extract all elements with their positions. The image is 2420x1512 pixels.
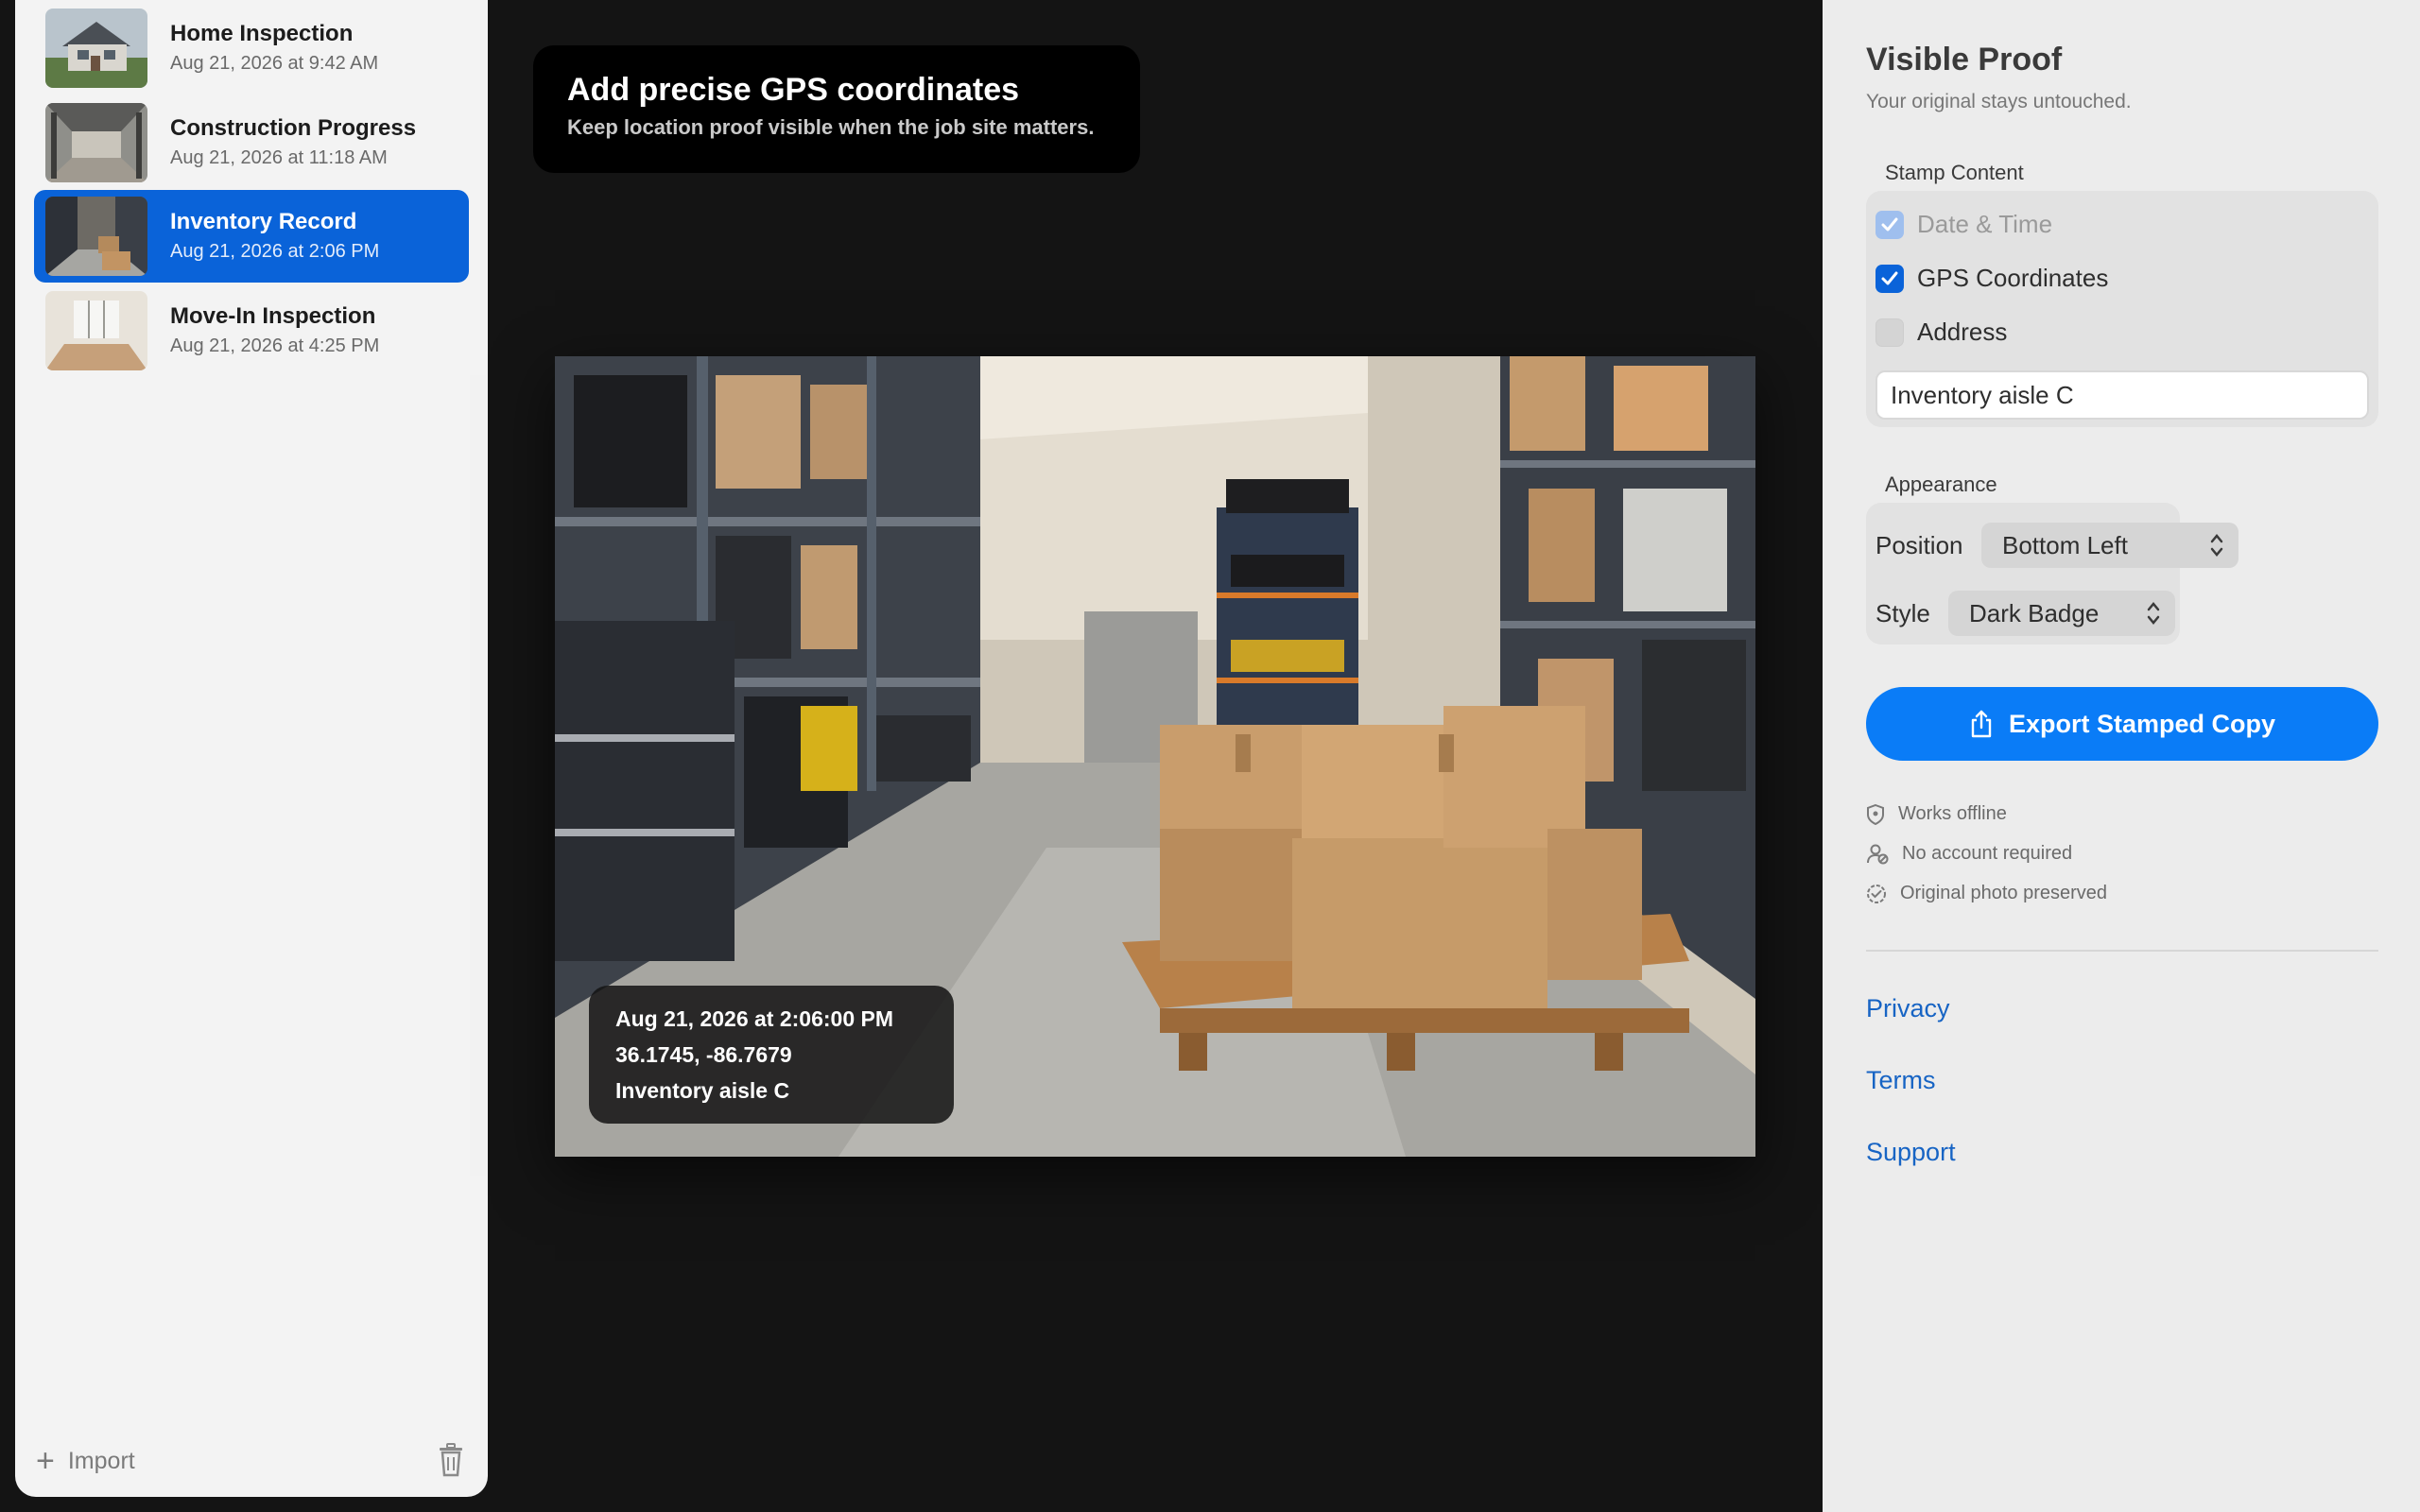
custom-label-input[interactable] [1876, 370, 2369, 420]
support-link[interactable]: Support [1866, 1138, 1956, 1167]
checkbox-date-time[interactable] [1876, 210, 1904, 239]
photo-date: Aug 21, 2026 at 9:42 AM [170, 53, 379, 74]
date-time-label: Date & Time [1917, 210, 2053, 238]
photo-title: Construction Progress [170, 115, 417, 141]
export-label: Export Stamped Copy [2008, 709, 2276, 738]
terms-link[interactable]: Terms [1866, 1066, 1936, 1095]
checkbox-gps-coordinates[interactable] [1876, 264, 1904, 293]
feature-works-offline: Works offline [1866, 803, 2007, 825]
plus-icon: + [36, 1443, 55, 1479]
photo-preview: Aug 21, 2026 at 2:06:00 PM 36.1745, -86.… [555, 356, 1755, 1157]
share-icon [1971, 710, 1992, 738]
feature-no-account: No account required [1866, 843, 2072, 865]
feature-label: No account required [1902, 843, 2073, 864]
checkbox-address[interactable] [1876, 318, 1904, 347]
photo-item-home-inspection[interactable]: Home Inspection Aug 21, 2026 at 9:42 AM [34, 2, 469, 94]
stamp-label: Inventory aisle C [615, 1078, 790, 1103]
divider [1866, 950, 2378, 952]
checkmark-icon [1881, 217, 1898, 231]
gps-coordinates-label: GPS Coordinates [1917, 264, 2109, 292]
feature-label: Works offline [1898, 803, 2007, 824]
photo-thumbnail [45, 9, 147, 88]
check-seal-icon [1867, 884, 1886, 903]
date-time-option[interactable]: Date & Time [1876, 210, 2052, 239]
position-value: Bottom Left [2002, 530, 2128, 559]
photo-item-inventory-record[interactable]: Inventory Record Aug 21, 2026 at 2:06 PM [34, 190, 469, 283]
photo-title: Home Inspection [170, 21, 354, 46]
style-value: Dark Badge [1969, 598, 2100, 627]
photo-date: Aug 21, 2026 at 11:18 AM [170, 147, 388, 168]
trash-icon[interactable] [437, 1443, 465, 1477]
feature-label: Original photo preserved [1900, 883, 2108, 903]
panel-title: Visible Proof [1866, 42, 2063, 77]
stamp-overlay: Aug 21, 2026 at 2:06:00 PM 36.1745, -86.… [589, 986, 954, 1124]
style-select[interactable]: Dark Badge [1948, 591, 2175, 636]
style-label: Style [1876, 599, 1930, 627]
photo-date: Aug 21, 2026 at 4:25 PM [170, 335, 380, 356]
shield-icon [1867, 803, 1884, 825]
chevron-up-down-icon [2210, 534, 2223, 557]
photo-thumbnail [45, 103, 147, 182]
tip-banner: Add precise GPS coordinates Keep locatio… [533, 45, 1140, 173]
address-label: Address [1917, 318, 2008, 346]
import-label: Import [67, 1447, 135, 1474]
photo-title: Move-In Inspection [170, 303, 376, 329]
panel-subtitle: Your original stays untouched. [1866, 91, 2132, 112]
photo-item-move-in-inspection[interactable]: Move-In Inspection Aug 21, 2026 at 4:25 … [34, 284, 469, 377]
privacy-link[interactable]: Privacy [1866, 994, 1950, 1023]
chevron-up-down-icon [2147, 602, 2160, 625]
person-off-icon [1867, 844, 1889, 864]
import-button[interactable]: + Import [36, 1440, 135, 1482]
photo-date: Aug 21, 2026 at 2:06 PM [170, 241, 380, 262]
photo-sidebar: Home Inspection Aug 21, 2026 at 9:42 AM … [15, 0, 488, 1497]
stamp-content-label: Stamp Content [1885, 161, 2024, 184]
checkmark-icon [1881, 271, 1898, 284]
gps-coordinates-option[interactable]: GPS Coordinates [1876, 264, 2108, 293]
stamp-coordinates: 36.1745, -86.7679 [615, 1042, 792, 1067]
feature-original-preserved: Original photo preserved [1866, 883, 2107, 904]
photo-thumbnail [45, 197, 147, 276]
position-label: Position [1876, 531, 1963, 559]
address-option[interactable]: Address [1876, 318, 2007, 347]
tip-title: Add precise GPS coordinates [567, 72, 1020, 108]
stamp-datetime: Aug 21, 2026 at 2:06:00 PM [615, 1006, 894, 1031]
tip-subtitle: Keep location proof visible when the job… [567, 115, 1095, 139]
appearance-label: Appearance [1885, 472, 1997, 496]
inspector-panel: Visible Proof Your original stays untouc… [1823, 0, 2420, 1512]
photo-thumbnail [45, 291, 147, 370]
export-stamped-copy-button[interactable]: Export Stamped Copy [1866, 687, 2378, 761]
photo-item-construction-progress[interactable]: Construction Progress Aug 21, 2026 at 11… [34, 96, 469, 189]
position-select[interactable]: Bottom Left [1981, 523, 2238, 568]
photo-title: Inventory Record [170, 209, 357, 234]
